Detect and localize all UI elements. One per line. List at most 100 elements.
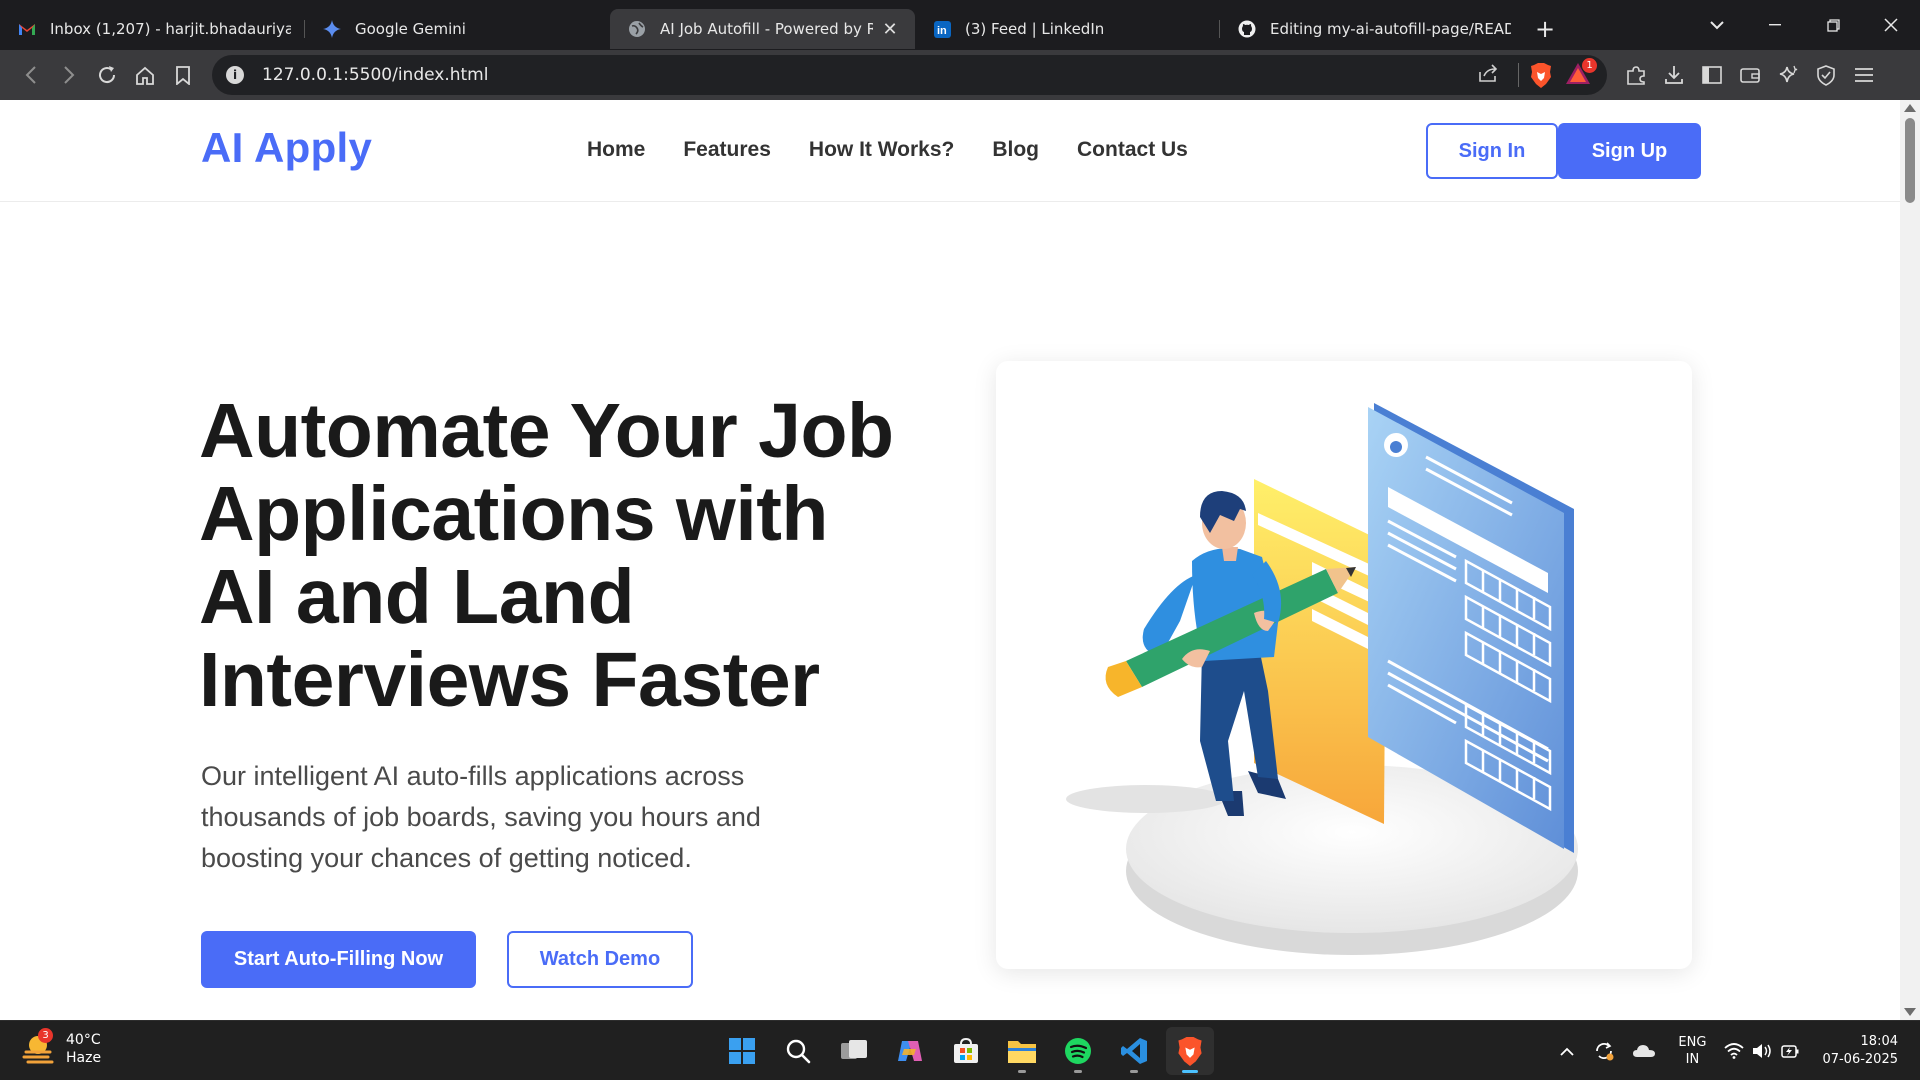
nav-home[interactable]: Home — [587, 138, 645, 162]
page-viewport: AI Apply Home Features How It Works? Blo… — [0, 100, 1900, 1020]
gemini-icon — [323, 20, 341, 38]
address-url[interactable]: 127.0.0.1:5500/index.html — [262, 65, 1478, 85]
close-tab-icon[interactable]: ✕ — [879, 18, 901, 40]
nav-features[interactable]: Features — [683, 138, 771, 162]
tab-title: (3) Feed | LinkedIn — [965, 20, 1105, 38]
tab-ai-job-autofill[interactable]: AI Job Autofill - Powered by Rezu ✕ — [610, 9, 915, 49]
haze-weather-icon: 3 — [22, 1028, 56, 1066]
tab-title: AI Job Autofill - Powered by Rezu — [660, 20, 873, 38]
nav-blog[interactable]: Blog — [992, 138, 1039, 162]
window-controls — [1688, 0, 1920, 50]
weather-text: 40°C Haze — [66, 1031, 101, 1067]
svg-text:in: in — [937, 25, 947, 37]
language-code: ENG — [1678, 1035, 1707, 1050]
clock-date: 07-06-2025 — [1822, 1052, 1898, 1067]
search-icon[interactable] — [774, 1027, 822, 1075]
brave-browser-icon[interactable] — [1166, 1027, 1214, 1075]
microsoft-store-icon[interactable] — [942, 1027, 990, 1075]
address-bar[interactable]: i 127.0.0.1:5500/index.html 1 — [212, 55, 1607, 95]
onedrive-cloud-icon[interactable] — [1624, 1044, 1664, 1058]
weather-temperature: 40°C — [66, 1032, 101, 1048]
battery-charging-icon[interactable] — [1776, 1043, 1804, 1059]
region-code: IN — [1685, 1052, 1700, 1067]
main-nav: Home Features How It Works? Blog Contact… — [587, 138, 1188, 162]
weather-description: Haze — [66, 1050, 102, 1066]
menu-icon[interactable] — [1845, 56, 1883, 94]
clock-time: 18:04 — [1860, 1034, 1898, 1049]
minimize-icon[interactable] — [1746, 0, 1804, 50]
start-auto-filling-button[interactable]: Start Auto-Filling Now — [201, 931, 476, 988]
site-info-icon[interactable]: i — [226, 66, 244, 84]
wallet-icon[interactable] — [1731, 56, 1769, 94]
sign-in-button[interactable]: Sign In — [1426, 123, 1558, 179]
tab-gmail[interactable]: Inbox (1,207) - harjit.bhadauriya.cs27 — [0, 9, 305, 49]
omnibox-divider — [1518, 63, 1519, 87]
sync-icon[interactable] — [1584, 1040, 1624, 1062]
windows-taskbar: 3 40°C Haze ENG IN 18:04 07-06-2025 — [0, 1020, 1920, 1080]
scroll-down-arrow-icon[interactable] — [1904, 1008, 1916, 1016]
clock[interactable]: 18:04 07-06-2025 — [1822, 1033, 1898, 1069]
volume-icon[interactable] — [1748, 1043, 1776, 1059]
running-indicator — [1018, 1070, 1026, 1073]
vpn-shield-icon[interactable] — [1807, 56, 1845, 94]
watch-demo-button[interactable]: Watch Demo — [507, 931, 693, 988]
tab-github[interactable]: Editing my-ai-autofill-page/README — [1220, 9, 1525, 49]
system-tray: ENG IN 18:04 07-06-2025 — [1550, 1021, 1920, 1080]
language-indicator[interactable]: ENG IN — [1678, 1034, 1706, 1068]
tab-search-chevron-icon[interactable] — [1688, 0, 1746, 50]
sign-up-button[interactable]: Sign Up — [1558, 123, 1701, 179]
tab-title: Inbox (1,207) - harjit.bhadauriya.cs27 — [50, 20, 291, 38]
downloads-icon[interactable] — [1655, 56, 1693, 94]
wifi-icon[interactable] — [1720, 1043, 1748, 1059]
leo-ai-icon[interactable] — [1769, 56, 1807, 94]
tab-title: Editing my-ai-autofill-page/README — [1270, 20, 1511, 38]
brave-shields-icon[interactable] — [1529, 62, 1553, 88]
tab-title: Google Gemini — [355, 20, 466, 38]
github-icon — [1238, 20, 1256, 38]
hero-subtitle: Our intelligent AI auto-fills applicatio… — [201, 761, 761, 873]
brand-logo[interactable]: AI Apply — [201, 124, 372, 172]
home-icon[interactable] — [126, 56, 164, 94]
active-indicator — [1182, 1070, 1198, 1073]
scroll-thumb[interactable] — [1905, 118, 1915, 203]
reload-icon[interactable] — [88, 56, 126, 94]
copilot-icon[interactable] — [886, 1027, 934, 1075]
brave-rewards-icon[interactable]: 1 — [1565, 58, 1597, 88]
weather-widget[interactable]: 3 40°C Haze — [22, 1028, 101, 1067]
file-explorer-icon[interactable] — [998, 1027, 1046, 1075]
vscode-icon[interactable] — [1110, 1027, 1158, 1075]
globe-icon — [628, 20, 646, 38]
tab-gemini[interactable]: Google Gemini — [305, 9, 610, 49]
linkedin-icon: in — [933, 20, 951, 38]
extensions-icon[interactable] — [1617, 56, 1655, 94]
nav-how-it-works[interactable]: How It Works? — [809, 138, 954, 162]
scroll-up-arrow-icon[interactable] — [1904, 104, 1916, 112]
nav-contact-us[interactable]: Contact Us — [1077, 138, 1188, 162]
running-indicator — [1074, 1070, 1082, 1073]
chevron-up-icon[interactable] — [1550, 1047, 1584, 1056]
task-view-icon[interactable] — [830, 1027, 878, 1075]
site-header: AI Apply Home Features How It Works? Blo… — [0, 100, 1900, 202]
person-filling-form-illustration — [1066, 403, 1578, 955]
browser-tab-strip: Inbox (1,207) - harjit.bhadauriya.cs27 G… — [0, 0, 1920, 50]
bookmark-icon[interactable] — [164, 56, 202, 94]
weather-alert-badge: 3 — [38, 1028, 53, 1043]
browser-toolbar: i 127.0.0.1:5500/index.html 1 — [0, 50, 1920, 100]
back-icon[interactable] — [12, 56, 50, 94]
hero-title: Automate Your Job Applications with AI a… — [199, 388, 894, 723]
sidebar-icon[interactable] — [1693, 56, 1731, 94]
tab-linkedin[interactable]: in (3) Feed | LinkedIn — [915, 9, 1220, 49]
taskbar-apps — [718, 1027, 1214, 1075]
share-icon[interactable] — [1478, 63, 1498, 87]
gmail-icon — [18, 20, 36, 38]
page-scrollbar[interactable] — [1900, 100, 1920, 1020]
spotify-icon[interactable] — [1054, 1027, 1102, 1075]
forward-icon[interactable] — [50, 56, 88, 94]
close-window-icon[interactable] — [1862, 0, 1920, 50]
restore-icon[interactable] — [1804, 0, 1862, 50]
new-tab-button[interactable]: + — [1525, 9, 1565, 49]
windows-start-icon[interactable] — [718, 1027, 766, 1075]
hero-illustration-card — [996, 361, 1692, 969]
running-indicator — [1130, 1070, 1138, 1073]
rewards-badge: 1 — [1582, 58, 1597, 73]
